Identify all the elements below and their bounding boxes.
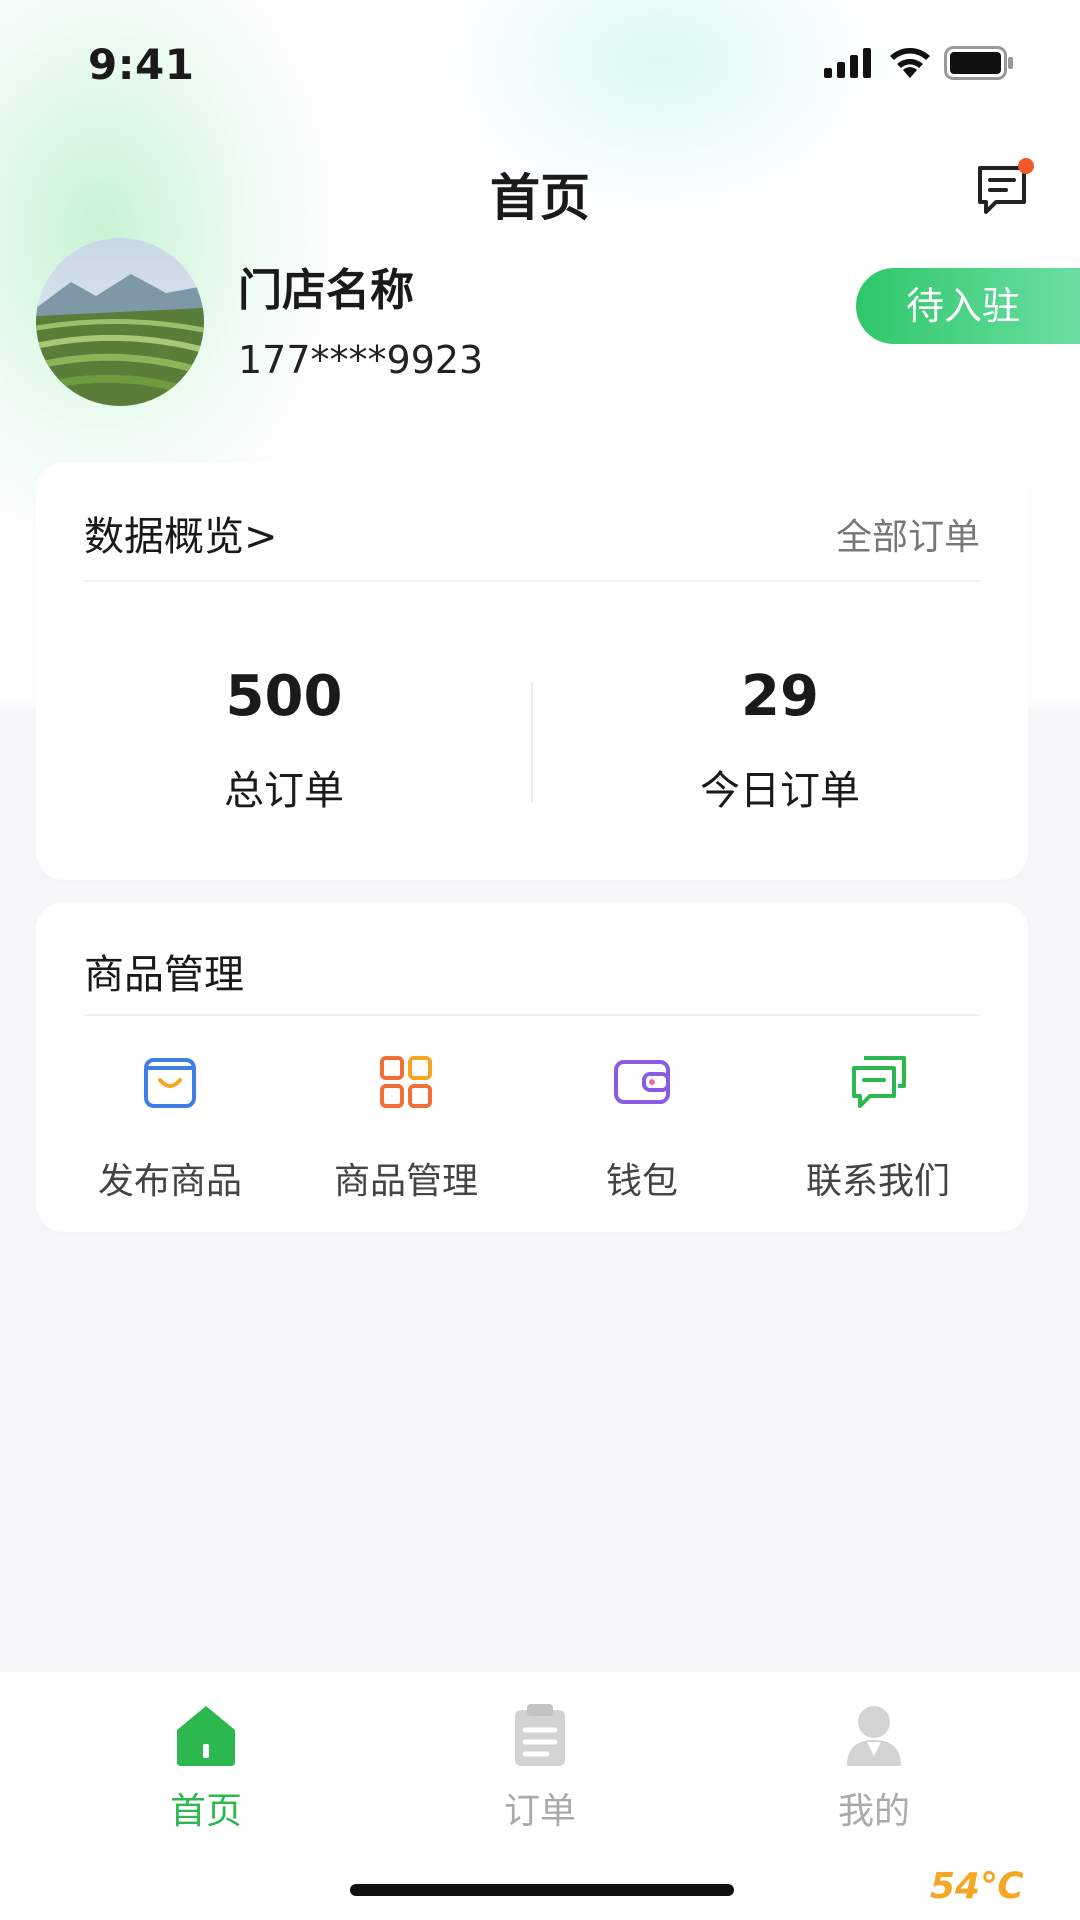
- store-name: 门店名称: [238, 265, 414, 316]
- today-orders-label: 今日订单: [700, 768, 860, 814]
- tab-orders[interactable]: 订单: [390, 1672, 690, 1834]
- today-orders-value: 29: [741, 664, 819, 729]
- goods-management-header: 商品管理: [84, 902, 980, 1016]
- home-icon: [177, 1706, 235, 1766]
- store-avatar[interactable]: [36, 238, 204, 406]
- watermark-text: 54℃: [930, 1866, 1024, 1907]
- settle-status-button[interactable]: 待入驻: [856, 268, 1080, 344]
- publish-goods-button[interactable]: 发布商品: [52, 1052, 288, 1204]
- user-icon: [847, 1706, 901, 1766]
- tab-profile-label: 我的: [837, 1791, 910, 1832]
- all-orders-link[interactable]: 全部订单: [836, 508, 980, 560]
- data-overview-card: 数据概览> 全部订单 500 总订单 29 今日订单: [36, 462, 1028, 880]
- home-indicator: [350, 1884, 734, 1896]
- tab-profile[interactable]: 我的: [724, 1672, 1024, 1834]
- home-screen: 9:41 首页 门店名称 177****9923 待入驻 数据概览> 全部订单 …: [0, 0, 1080, 1920]
- chat-icon: [852, 1056, 906, 1108]
- goods-shortcut-grid: 发布商品 商品管理 钱包 联系我们: [36, 1052, 1028, 1202]
- total-orders-label: 总订单: [224, 768, 344, 814]
- wallet-label: 钱包: [605, 1161, 678, 1202]
- tab-orders-label: 订单: [503, 1791, 576, 1832]
- tab-home-label: 首页: [169, 1791, 242, 1832]
- unread-badge: [1018, 158, 1034, 174]
- watermark-logo: 54℃: [930, 1866, 1080, 1920]
- page-title: 首页: [490, 169, 590, 227]
- status-bar: 9:41: [0, 0, 1080, 130]
- total-orders-stat[interactable]: 500 总订单: [36, 662, 532, 816]
- goods-management-title: 商品管理: [84, 952, 244, 998]
- contact-us-label: 联系我们: [805, 1161, 950, 1202]
- status-time: 9:41: [88, 40, 195, 89]
- data-overview-header: 数据概览> 全部订单: [84, 462, 980, 582]
- tab-home[interactable]: 首页: [56, 1672, 356, 1834]
- store-phone: 177****9923: [238, 338, 484, 382]
- total-orders-value: 500: [225, 664, 343, 729]
- goods-manage-button[interactable]: 商品管理: [288, 1052, 524, 1204]
- data-overview-title[interactable]: 数据概览>: [84, 504, 278, 562]
- goods-manage-label: 商品管理: [333, 1161, 478, 1202]
- today-orders-stat[interactable]: 29 今日订单: [532, 662, 1028, 816]
- wallet-button[interactable]: 钱包: [524, 1052, 760, 1204]
- publish-goods-label: 发布商品: [97, 1161, 242, 1202]
- signal-icon: [824, 48, 871, 78]
- grid-icon: [380, 1056, 432, 1108]
- wifi-icon: [890, 48, 930, 78]
- bottom-tab-bar: 首页 订单 我的: [0, 1672, 1080, 1920]
- wallet-icon: [614, 1060, 670, 1104]
- battery-icon: [944, 46, 1013, 80]
- clipboard-icon: [515, 1704, 565, 1766]
- shopping-bag-icon: [144, 1058, 196, 1108]
- contact-us-button[interactable]: 联系我们: [760, 1052, 996, 1204]
- goods-management-card: 商品管理 发布商品 商品管理 钱包 联系我们: [36, 902, 1028, 1232]
